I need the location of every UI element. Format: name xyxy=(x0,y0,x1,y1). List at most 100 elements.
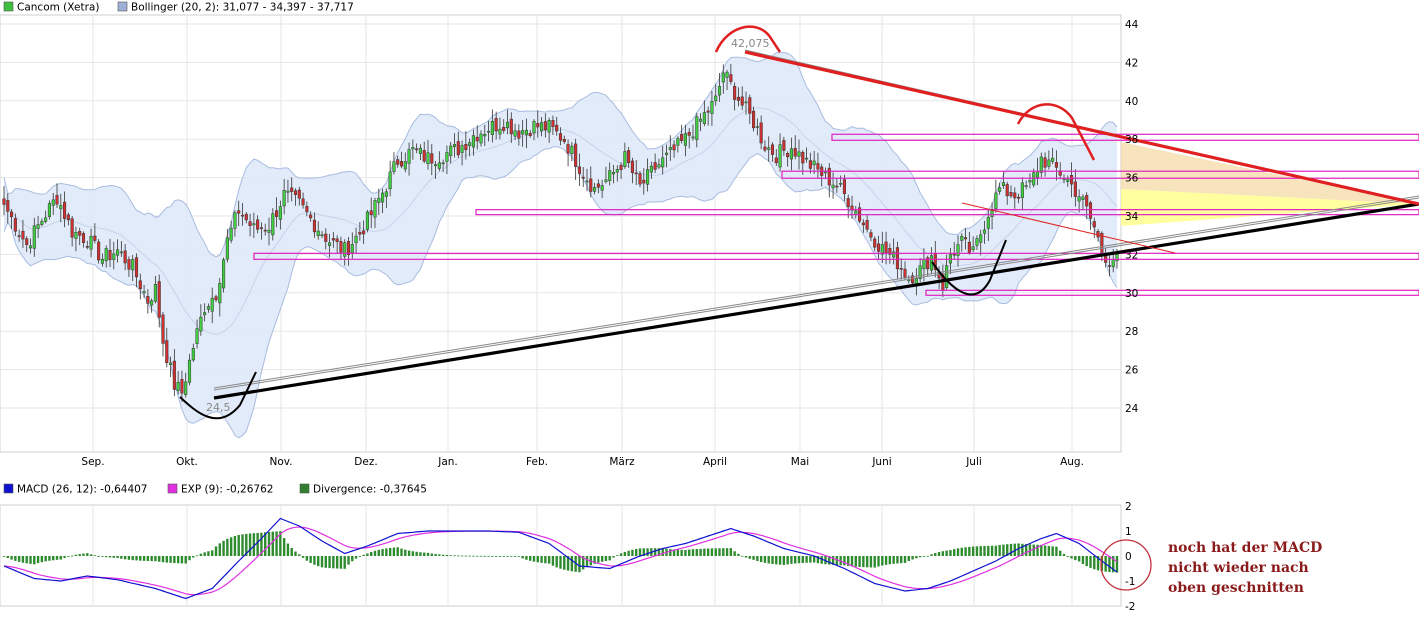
divergence-bar xyxy=(165,556,168,563)
divergence-bar xyxy=(510,556,513,557)
divergence-bar xyxy=(362,554,365,556)
divergence-bar xyxy=(105,556,108,558)
divergence-bar xyxy=(150,556,153,562)
x-tick-label: Juli xyxy=(965,456,982,468)
divergence-bar xyxy=(381,549,384,556)
main-legend: Cancom (Xetra) Bollinger (20, 2): 31,077… xyxy=(3,1,354,14)
divergence-bar xyxy=(623,551,627,556)
divergence-bar xyxy=(547,556,551,564)
x-tick-label: Nov. xyxy=(269,456,292,468)
divergence-bar xyxy=(1017,543,1020,556)
divergence-bar xyxy=(33,556,36,565)
divergence-bar xyxy=(358,556,362,557)
divergence-bar xyxy=(843,556,846,566)
divergence-bar xyxy=(25,556,28,564)
divergence-bar xyxy=(218,543,221,556)
divergence-bar xyxy=(173,556,176,564)
divergence-bar xyxy=(608,556,611,561)
divergence-bar xyxy=(597,556,600,563)
divergence-bar xyxy=(877,556,880,567)
divergence-bar xyxy=(335,556,339,569)
divergence-bar xyxy=(684,549,687,556)
divergence-bar xyxy=(540,556,543,563)
divergence-bar xyxy=(392,547,396,556)
divergence-bar xyxy=(10,556,13,560)
divergence-bar xyxy=(638,548,642,556)
divergence-bar xyxy=(6,556,9,558)
divergence-bar xyxy=(407,550,411,556)
divergence-bar xyxy=(786,556,789,565)
divergence-bar xyxy=(301,556,305,558)
divergence-bar xyxy=(120,556,123,559)
divergence-bar xyxy=(744,556,748,558)
divergence-bar xyxy=(850,556,854,567)
y-tick-label: 36 xyxy=(1125,173,1139,185)
divergence-bar xyxy=(207,551,210,556)
legend-swatch-exp xyxy=(167,483,178,494)
annotation-line-2: nicht wieder nach xyxy=(1168,560,1309,576)
divergence-bar xyxy=(1047,545,1051,556)
x-tick-label: Sep. xyxy=(81,456,104,468)
divergence-bar xyxy=(975,546,979,556)
divergence-bar xyxy=(377,549,380,556)
divergence-bar xyxy=(192,556,195,558)
divergence-bar xyxy=(869,556,873,568)
divergence-bar xyxy=(722,548,725,556)
divergence-bar xyxy=(74,554,78,556)
divergence-bar xyxy=(464,555,468,557)
divergence-bar xyxy=(82,553,85,556)
divergence-bar xyxy=(116,556,119,559)
divergence-bar xyxy=(994,545,998,556)
divergence-bar xyxy=(48,556,51,561)
divergence-bar xyxy=(1093,556,1096,570)
divergence-bar xyxy=(248,533,252,556)
divergence-bar xyxy=(964,547,967,556)
divergence-bar xyxy=(36,556,40,564)
divergence-bar xyxy=(801,556,804,563)
x-tick-label: Okt. xyxy=(176,456,198,468)
divergence-bar xyxy=(17,556,21,562)
divergence-bar xyxy=(449,555,452,556)
divergence-bar xyxy=(370,551,373,556)
divergence-bar xyxy=(237,534,240,556)
divergence-bar xyxy=(998,545,1001,556)
divergence-bar xyxy=(400,548,403,556)
legend-macd: MACD (26, 12): -0,64407 xyxy=(17,484,148,496)
chart-canvas: Cancom (Xetra) Bollinger (20, 2): 31,077… xyxy=(0,1,1419,613)
legend-swatch-bollinger xyxy=(117,1,128,12)
divergence-bar xyxy=(714,548,717,556)
divergence-bar xyxy=(521,556,524,559)
y-tick-label: 32 xyxy=(1125,249,1138,261)
divergence-bar xyxy=(404,549,407,556)
divergence-bar xyxy=(888,556,892,565)
macd-y-tick-label: 0 xyxy=(1125,551,1132,563)
divergence-bar xyxy=(1062,553,1066,556)
divergence-bar xyxy=(211,550,214,556)
divergence-bar xyxy=(778,556,782,565)
macd-y-axis: -2 -1 0 1 2 xyxy=(1125,501,1135,613)
divergence-bar xyxy=(1059,550,1062,556)
divergence-bar xyxy=(101,556,104,557)
divergence-bar xyxy=(915,556,918,559)
divergence-bar xyxy=(627,550,630,556)
divergence-bar xyxy=(112,556,115,558)
divergence-bar xyxy=(600,556,604,562)
divergence-bar xyxy=(884,556,888,565)
divergence-bar xyxy=(229,537,233,556)
divergence-bar xyxy=(987,545,990,556)
macd-legend: MACD (26, 12): -0,64407 EXP (9): -0,2676… xyxy=(3,483,427,496)
main-y-axis: 24 26 28 30 32 34 36 38 40 42 44 xyxy=(1125,19,1139,415)
divergence-bar xyxy=(688,549,691,556)
legend-swatch-cancom xyxy=(3,1,14,12)
divergence-bar xyxy=(1051,546,1054,556)
divergence-bar xyxy=(555,556,558,568)
divergence-bar xyxy=(949,550,952,556)
divergence-bar xyxy=(578,556,581,573)
divergence-bar xyxy=(317,556,320,567)
divergence-bar xyxy=(487,555,490,557)
divergence-bar xyxy=(506,556,509,557)
divergence-bar xyxy=(775,556,778,565)
divergence-bar xyxy=(983,545,986,556)
divergence-bar xyxy=(1066,556,1069,557)
legend-exp: EXP (9): -0,26762 xyxy=(181,484,273,496)
